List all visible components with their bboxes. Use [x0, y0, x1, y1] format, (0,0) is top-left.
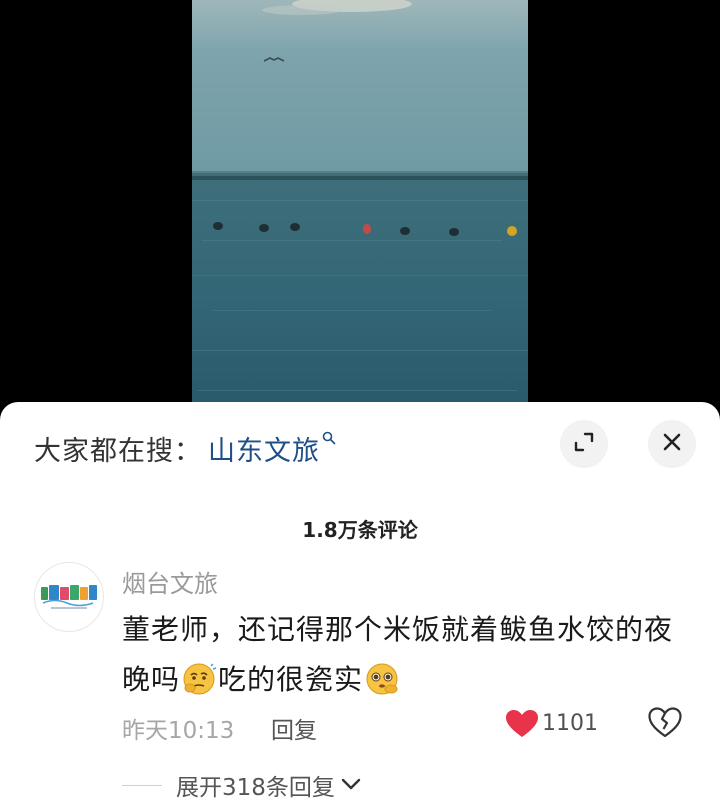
broken-heart-icon[interactable]: [648, 707, 682, 743]
yantai-tourism-logo-icon: [35, 563, 103, 631]
expand-replies-label: 展开318条回复: [176, 775, 335, 801]
thinking-face-emoji-icon: [181, 661, 217, 697]
expand-button[interactable]: [560, 420, 608, 468]
like-count: 1101: [542, 711, 598, 736]
video-player[interactable]: [0, 0, 720, 420]
close-icon: [661, 431, 683, 457]
comment-count-title: 1.8万条评论: [302, 518, 418, 542]
comments-sheet: 大家都在搜： 山东文旅 1.8万条评论 烟台文旅 董老师，还记得那个米饭就着鲅鱼…: [0, 402, 720, 810]
sea-video-image: [192, 0, 528, 420]
pleading-face-emoji-icon: [364, 661, 400, 697]
heart-icon[interactable]: [505, 709, 539, 743]
trending-search-prefix: 大家都在搜：: [34, 435, 202, 467]
close-button[interactable]: [648, 420, 696, 468]
trending-search-term[interactable]: 山东文旅: [208, 429, 320, 468]
trending-search-bar[interactable]: 大家都在搜： 山东文旅: [34, 428, 336, 468]
chevron-down-icon: [341, 776, 361, 795]
expand-replies-button[interactable]: 展开318条回复: [122, 768, 361, 802]
comment-text-part2: 吃的很瓷实: [218, 663, 364, 696]
expand-icon: [572, 430, 596, 458]
comment-username[interactable]: 烟台文旅: [122, 564, 218, 599]
avatar[interactable]: [34, 562, 104, 632]
reply-button[interactable]: 回复: [271, 711, 317, 745]
divider-line: [122, 784, 162, 786]
comment-timestamp: 昨天10:13: [122, 718, 235, 744]
search-icon[interactable]: [322, 430, 336, 449]
video-frame[interactable]: [192, 0, 528, 420]
comment-text: 董老师，还记得那个米饭就着鲅鱼水饺的夜晚吗 吃的很瓷实: [122, 605, 682, 705]
